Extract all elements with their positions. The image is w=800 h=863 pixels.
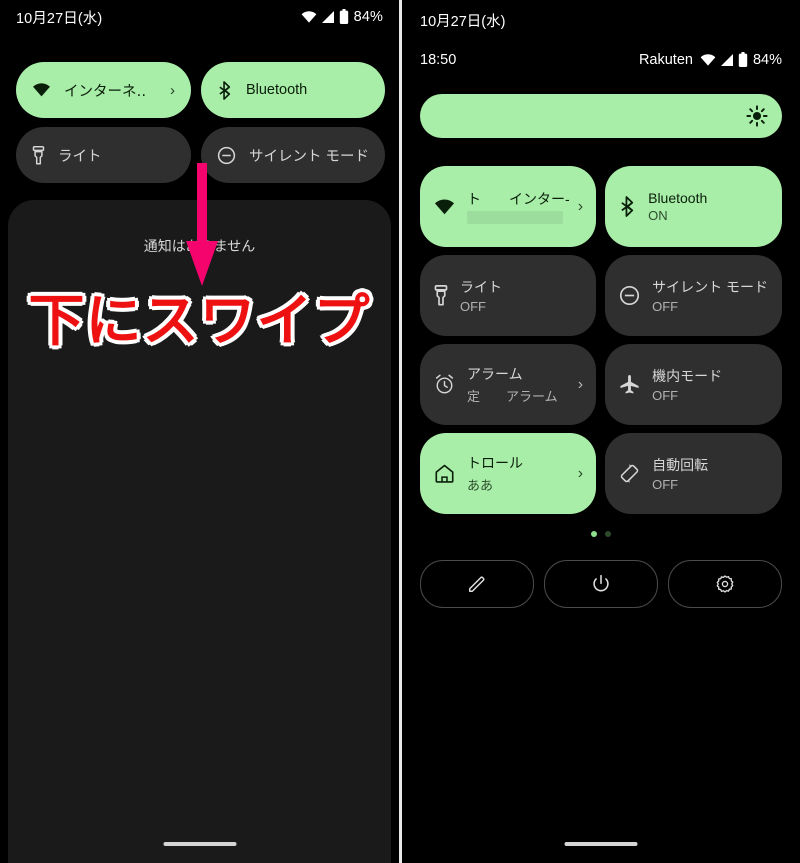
swipe-instruction-label: 下にスワイプ [26, 287, 372, 357]
wifi-icon [32, 82, 51, 98]
bluetooth-icon [217, 80, 233, 100]
tile-text: サイレント モード OFF [652, 277, 768, 314]
brightness-slider[interactable] [420, 94, 782, 138]
edit-tiles-button[interactable] [420, 560, 534, 608]
chevron-right-icon[interactable]: › [578, 465, 583, 483]
tile-title: ライト [460, 279, 502, 295]
tile-text: 自動回転 OFF [652, 455, 708, 492]
tile-flashlight[interactable]: ライト [16, 127, 191, 183]
tile-auto-rotate[interactable]: 自動回転 OFF [605, 433, 782, 514]
page-dot-active[interactable] [591, 531, 597, 537]
power-button[interactable] [544, 560, 658, 608]
tile-subtitle: ああ [467, 478, 494, 493]
battery-icon [339, 9, 349, 25]
tile-text: Bluetooth ON [648, 190, 707, 223]
tile-text: アラーム 定 アラーム [467, 364, 558, 405]
tile-label: ライト [58, 148, 102, 165]
status-time: 18:50 [420, 52, 457, 68]
tile-subtitle: OFF [652, 299, 679, 314]
flashlight-icon [32, 145, 45, 165]
swipe-instruction-text: 下にスワイプ [0, 276, 399, 357]
right-phone-screen: 10月27日(水) 18:50 Rakuten 84% ト インター‑ › Bl… [402, 0, 800, 863]
tile-flashlight[interactable]: ライト OFF [420, 255, 597, 336]
tile-subtitle: 定 アラーム [467, 389, 558, 404]
tile-title: ト インター‑ [467, 191, 570, 207]
tile-text: ト インター‑ [467, 189, 570, 224]
home-indicator[interactable] [163, 842, 236, 846]
tile-subtitle: ON [648, 208, 668, 223]
tile-title: 自動回転 [652, 457, 709, 473]
status-icons-group: 84% [301, 9, 383, 25]
tile-title: アラーム [467, 366, 523, 382]
tile-silent-mode[interactable]: サイレント モード [200, 127, 385, 183]
alarm-clock-icon [434, 374, 455, 395]
tile-title: サイレント モード [652, 279, 768, 295]
do-not-disturb-icon [217, 146, 236, 165]
page-dot-inactive[interactable] [605, 531, 611, 537]
tile-label: インターネ‥ [64, 83, 147, 100]
gear-icon [715, 574, 735, 594]
page-indicator [402, 531, 800, 537]
wifi-icon [434, 198, 455, 216]
tile-internet[interactable]: ト インター‑ › [420, 166, 597, 247]
power-icon [591, 574, 611, 594]
tile-text: ライト OFF [460, 277, 502, 314]
wifi-icon [700, 53, 716, 67]
brightness-icon [746, 105, 768, 127]
carrier-label: Rakuten [638, 52, 693, 68]
empty-notifications-text: 通知はありません [143, 238, 256, 254]
status-date: 10月27日(水) [16, 10, 103, 27]
cell-signal-icon [720, 53, 734, 67]
battery-icon [738, 52, 748, 68]
tile-home-controls[interactable]: トロール ああ › [420, 433, 597, 514]
tile-title: トロール [467, 455, 523, 471]
home-icon [434, 463, 455, 484]
tile-text: 機内モード OFF [652, 366, 722, 403]
tile-title: Bluetooth [648, 190, 708, 206]
settings-button[interactable] [668, 560, 782, 608]
status-icons-group: Rakuten 84% [639, 52, 782, 68]
battery-percent: 84% [353, 9, 383, 25]
qs-footer-actions [420, 560, 782, 608]
tile-subtitle: OFF [460, 299, 486, 314]
tile-airplane-mode[interactable]: 機内モード OFF [605, 344, 782, 425]
right-status-bar: 18:50 Rakuten 84% [420, 52, 782, 68]
tile-label: サイレント モード [248, 148, 369, 165]
home-indicator[interactable] [564, 842, 638, 846]
dual-screenshot-container: 10月27日(水) 84% インターネ‥ › Bluetooth ライト サイレ… [0, 0, 800, 863]
tile-label: Bluetooth [245, 82, 308, 98]
tile-internet[interactable]: インターネ‥ › [16, 62, 191, 118]
do-not-disturb-icon [619, 285, 640, 306]
qs-date-header: 10月27日(水) [420, 14, 506, 30]
left-status-bar: 10月27日(水) 84% [0, 0, 399, 34]
tile-silent-mode[interactable]: サイレント モード OFF [605, 255, 782, 336]
redacted-network-name [467, 211, 563, 224]
left-quick-tiles: インターネ‥ › Bluetooth ライト サイレント モード [16, 62, 385, 183]
cell-signal-icon [321, 10, 335, 24]
tile-alarm[interactable]: アラーム 定 アラーム › [420, 344, 597, 425]
tile-bluetooth[interactable]: Bluetooth ON [605, 166, 782, 247]
chevron-right-icon[interactable]: › [170, 82, 175, 99]
airplane-icon [619, 374, 640, 395]
battery-percent: 84% [752, 52, 782, 68]
pencil-icon [467, 574, 487, 594]
tile-text: トロール ああ [467, 453, 523, 494]
tile-title: 機内モード [652, 368, 723, 384]
chevron-right-icon[interactable]: › [578, 198, 583, 216]
left-phone-screen: 10月27日(水) 84% インターネ‥ › Bluetooth ライト サイレ… [0, 0, 399, 863]
bluetooth-icon [619, 196, 636, 217]
auto-rotate-icon [619, 463, 640, 484]
wifi-icon [301, 10, 317, 24]
tile-bluetooth[interactable]: Bluetooth [200, 62, 385, 118]
chevron-right-icon[interactable]: › [578, 376, 583, 394]
flashlight-icon [434, 285, 448, 306]
tile-subtitle: OFF [652, 477, 679, 492]
right-quick-tiles: ト インター‑ › Bluetooth ON ライト OFF サイレント モード… [420, 166, 782, 514]
tile-subtitle: OFF [652, 388, 679, 403]
